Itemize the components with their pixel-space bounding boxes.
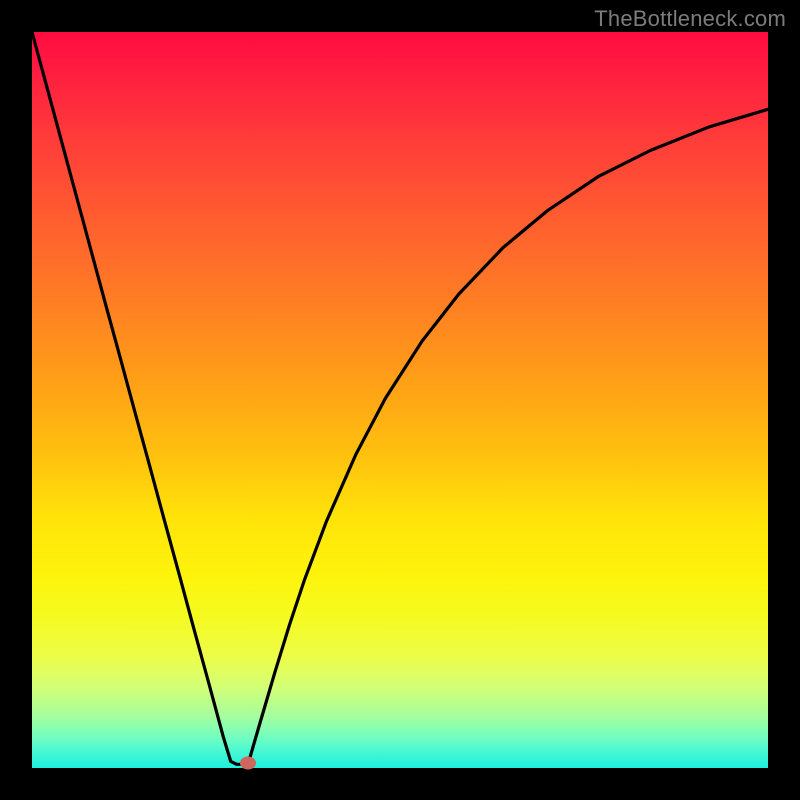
chart-frame: TheBottleneck.com [0,0,800,800]
watermark-text: TheBottleneck.com [594,6,786,32]
min-marker [240,756,256,769]
bottleneck-curve [32,32,768,764]
curve-svg [32,32,768,768]
plot-area [32,32,768,768]
